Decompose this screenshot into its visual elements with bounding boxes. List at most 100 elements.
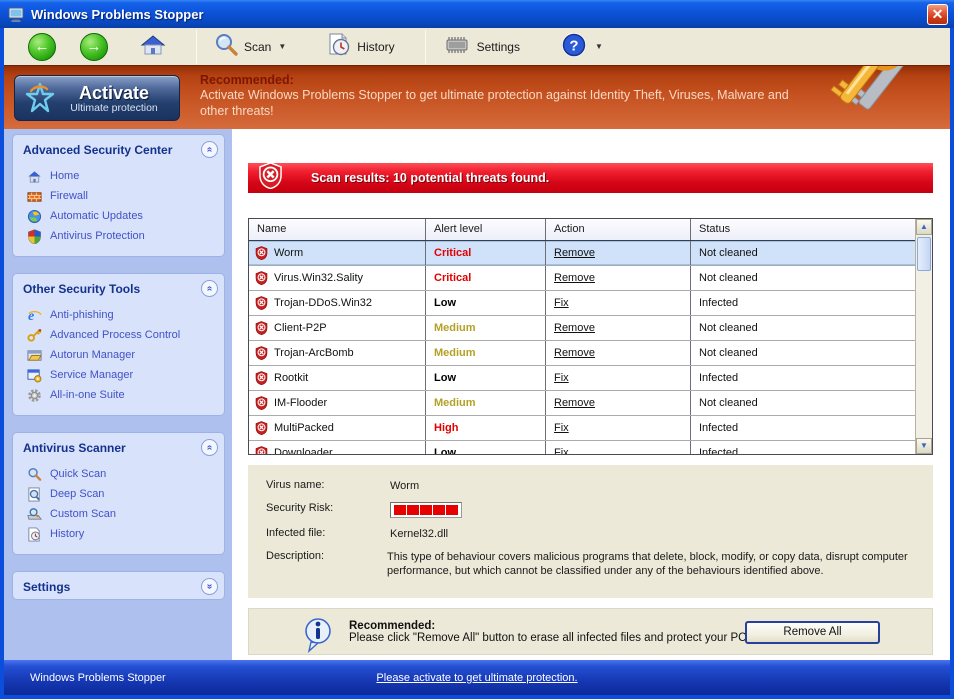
action-link[interactable]: Fix [554, 297, 569, 309]
threat-status: Infected [699, 297, 739, 309]
scroll-up-icon[interactable]: ▲ [916, 219, 932, 235]
scanner-magnifier-icon [27, 507, 42, 522]
forward-button[interactable]: → [80, 32, 108, 61]
column-action[interactable]: Action [546, 219, 691, 240]
column-status[interactable]: Status [691, 219, 925, 240]
statusbar-app-name: Windows Problems Stopper [30, 671, 166, 684]
sidebar-item-all-in-one-suite[interactable]: All-in-one Suite [27, 385, 220, 405]
sidebar-item-anti-phishing[interactable]: e Anti-phishing [27, 305, 220, 325]
threat-name: Rootkit [274, 372, 309, 384]
sidebar-item-advanced-process-control[interactable]: Advanced Process Control [27, 325, 220, 345]
help-caret-icon: ▼ [594, 42, 603, 51]
home-icon [140, 34, 166, 59]
chip-icon [442, 34, 472, 59]
activate-button[interactable]: Activate Ultimate protection [14, 75, 180, 121]
expand-chevron-icon[interactable]: « [201, 578, 218, 595]
sidebar-item-deep-scan[interactable]: Deep Scan [27, 484, 220, 504]
window-gear-icon [27, 368, 42, 383]
close-icon[interactable]: ✕ [927, 3, 948, 25]
threat-name: Client-P2P [274, 322, 327, 334]
action-link[interactable]: Fix [554, 422, 569, 434]
alert-level: Critical [426, 241, 546, 265]
table-row[interactable]: Worm Critical Remove Not cleaned [249, 241, 925, 266]
scroll-thumb[interactable] [917, 237, 931, 271]
help-icon: ? [560, 31, 588, 62]
sidebar-item-antivirus-protection[interactable]: Antivirus Protection [27, 226, 220, 246]
sidebar-item-history[interactable]: History [27, 524, 220, 544]
threat-icon [255, 246, 268, 260]
table-row[interactable]: MultiPacked High Fix Infected [249, 416, 925, 441]
sidebar-item-firewall[interactable]: Firewall [27, 186, 220, 206]
sidebar-item-automatic-updates[interactable]: Automatic Updates [27, 206, 220, 226]
panel-antivirus-scanner: Antivirus Scanner « Quick Scan Deep Scan… [12, 432, 225, 555]
table-row[interactable]: Trojan-ArcBomb Medium Remove Not cleaned [249, 341, 925, 366]
panel-other-security-tools: Other Security Tools « e Anti-phishing A… [12, 273, 225, 416]
action-link[interactable]: Fix [554, 372, 569, 384]
collapse-chevron-icon[interactable]: « [201, 280, 218, 297]
action-link[interactable]: Remove [554, 272, 595, 284]
vertical-scrollbar[interactable]: ▲ ▼ [915, 219, 932, 454]
back-button[interactable]: ← [28, 32, 56, 61]
section-title: Advanced Security Center [23, 142, 173, 157]
settings-button[interactable]: Settings [434, 32, 528, 61]
table-row[interactable]: IM-Flooder Medium Remove Not cleaned [249, 391, 925, 416]
promo-banner: Activate Ultimate protection Recommended… [4, 65, 950, 129]
scan-button[interactable]: Scan ▼ [205, 30, 294, 63]
activate-link[interactable]: Please activate to get ultimate protecti… [376, 672, 577, 684]
infected-file-value: Kernel32.dll [390, 528, 449, 540]
threat-name: Trojan-ArcBomb [274, 347, 354, 359]
column-name[interactable]: Name [249, 219, 426, 240]
history-button[interactable]: History [318, 30, 402, 63]
threats-table: Name Alert level Action Status Worm Criti… [248, 218, 933, 455]
threat-name: MultiPacked [274, 422, 334, 434]
security-risk-label: Security Risk: [266, 502, 334, 514]
scan-magnifier-icon [213, 32, 239, 61]
sidebar-item-home[interactable]: Home [27, 166, 220, 186]
sidebar-item-autorun-manager[interactable]: Autorun Manager [27, 345, 220, 365]
app-window: Windows Problems Stopper ✕ ← → Scan ▼ Hi… [0, 0, 954, 699]
table-row[interactable]: Client-P2P Medium Remove Not cleaned [249, 316, 925, 341]
action-link[interactable]: Remove [554, 322, 595, 334]
action-link[interactable]: Remove [554, 247, 595, 259]
panel-settings: Settings « [12, 571, 225, 600]
threat-name: Trojan-DDoS.Win32 [274, 297, 373, 309]
star-icon [23, 81, 57, 115]
threat-status: Infected [699, 447, 739, 455]
alert-level: High [426, 416, 546, 440]
threat-icon [255, 446, 268, 454]
section-title: Settings [23, 579, 71, 594]
table-header: Name Alert level Action Status [249, 219, 925, 241]
settings-label: Settings [476, 39, 520, 54]
help-button[interactable]: ? ▼ [552, 29, 611, 64]
threat-icon [255, 271, 268, 285]
action-link[interactable]: Fix [554, 447, 569, 454]
remove-all-button[interactable]: Remove All [745, 621, 880, 644]
sidebar: Advanced Security Center « Home Firewall… [4, 129, 232, 660]
home-button[interactable] [132, 32, 174, 61]
threat-name: Worm [274, 247, 304, 259]
browser-e-icon: e [27, 308, 42, 324]
column-alert-level[interactable]: Alert level [426, 219, 546, 240]
table-row[interactable]: Virus.Win32.Sality Critical Remove Not clea… [249, 266, 925, 291]
scan-label: Scan [244, 39, 272, 54]
action-link[interactable]: Remove [554, 397, 595, 409]
sidebar-item-quick-scan[interactable]: Quick Scan [27, 464, 220, 484]
table-row[interactable]: Trojan-DDoS.Win32 Low Fix Infected [249, 291, 925, 316]
table-row[interactable]: Downloader Low Fix Infected [249, 441, 925, 455]
automatic-updates-icon [27, 209, 42, 224]
toolbar: ← → Scan ▼ History Settings ? ▼ [4, 28, 950, 65]
action-link[interactable]: Remove [554, 347, 595, 359]
sidebar-item-service-manager[interactable]: Service Manager [27, 365, 220, 385]
description-value: This type of behaviour covers malicious … [387, 551, 908, 577]
table-row[interactable]: Rootkit Low Fix Infected [249, 366, 925, 391]
collapse-chevron-icon[interactable]: « [201, 439, 218, 456]
scroll-down-icon[interactable]: ▼ [916, 438, 932, 454]
collapse-chevron-icon[interactable]: « [201, 141, 218, 158]
toolbar-separator [424, 29, 426, 64]
infected-file-label: Infected file: [266, 527, 326, 539]
threat-status: Not cleaned [699, 247, 758, 259]
app-monitor-icon [8, 7, 26, 22]
toolbar-separator [196, 29, 197, 64]
threat-status: Infected [699, 422, 739, 434]
sidebar-item-custom-scan[interactable]: Custom Scan [27, 504, 220, 524]
